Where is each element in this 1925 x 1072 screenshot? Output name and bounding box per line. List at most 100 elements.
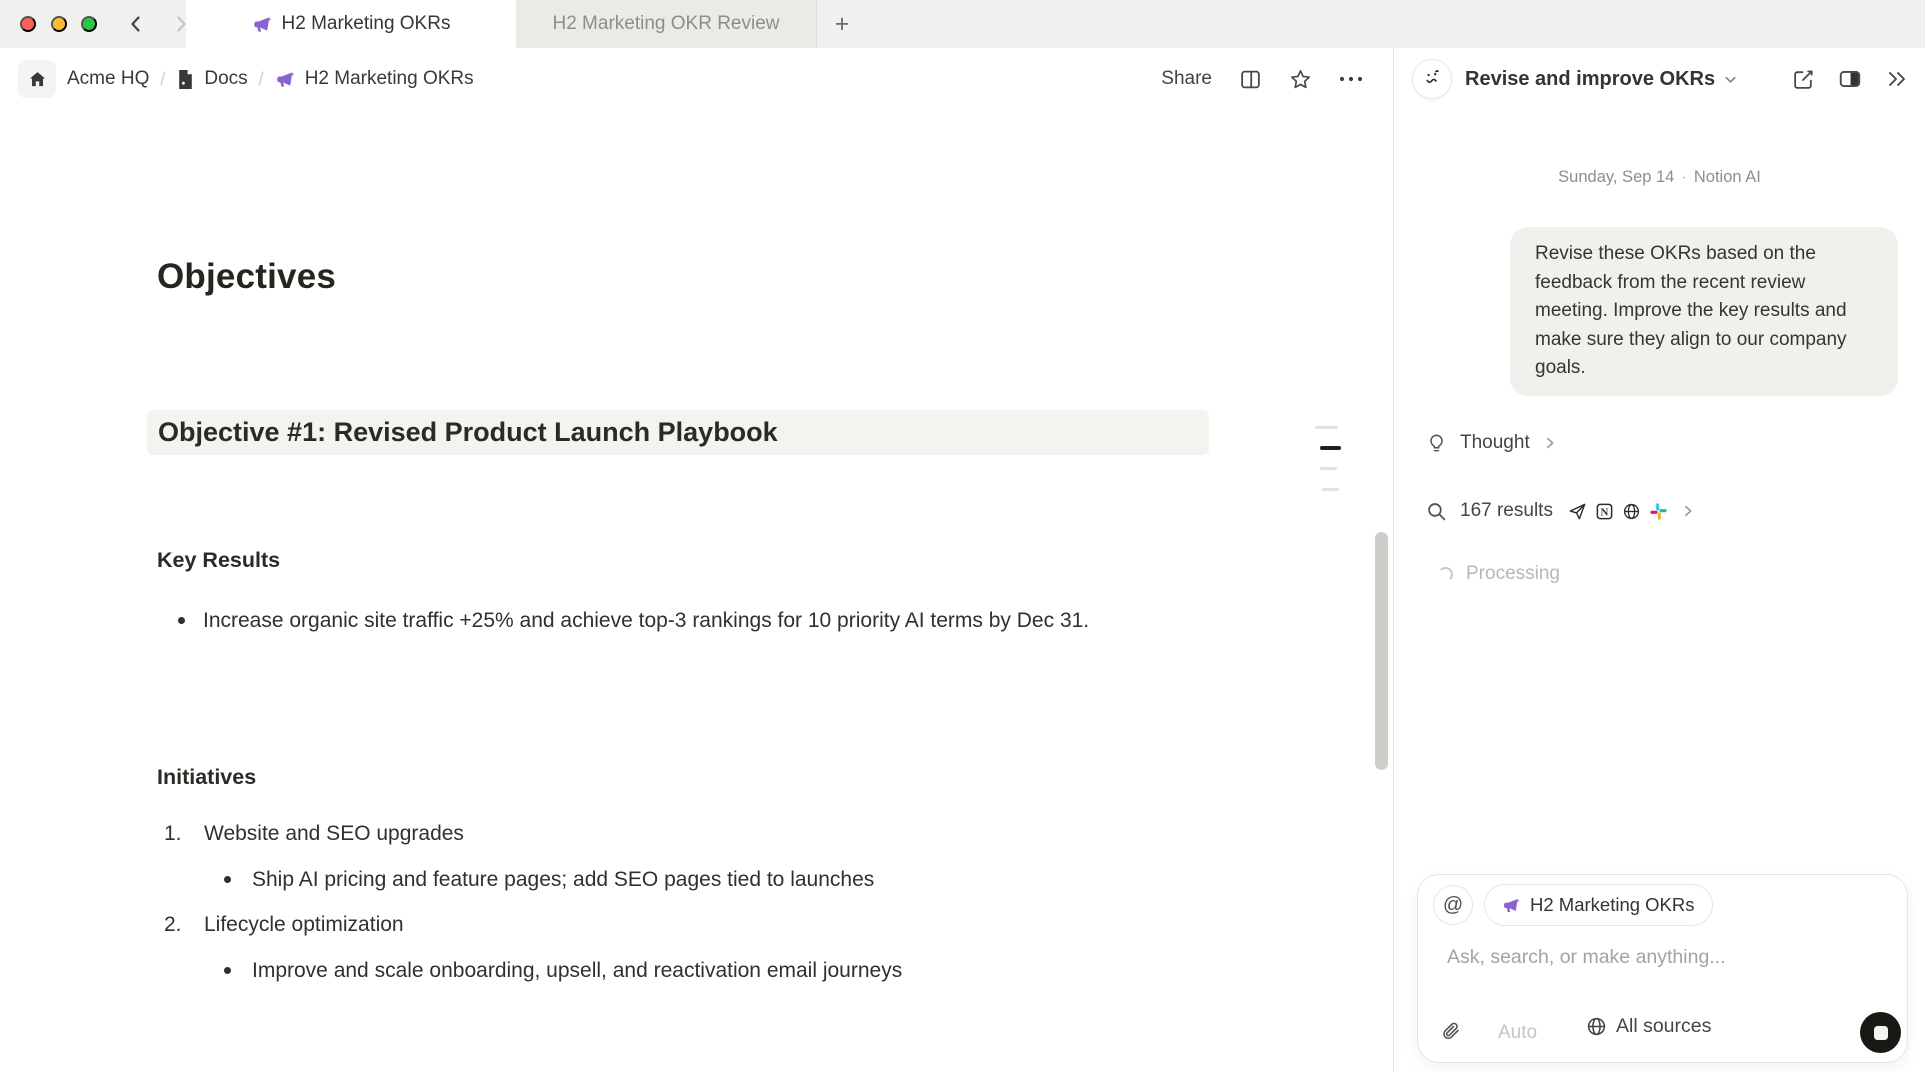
stop-icon — [1874, 1026, 1888, 1040]
numbered-item[interactable]: Website and SEO upgrades — [204, 815, 464, 852]
toolbar: Acme HQ / Docs / H2 Marketing OKRs Share — [0, 48, 1393, 110]
list-number: 1. — [164, 815, 194, 852]
ai-prompt-input[interactable] — [1447, 946, 1867, 969]
lightbulb-icon — [1426, 433, 1447, 454]
heading-key-results[interactable]: Key Results — [157, 548, 280, 573]
chat-author: Notion AI — [1694, 168, 1761, 186]
source-icons: N — [1568, 502, 1668, 521]
processing-status: Processing — [1438, 563, 1560, 585]
all-sources-button[interactable]: All sources — [1586, 1015, 1711, 1038]
tab-label: H2 Marketing OKRs — [282, 13, 451, 35]
toc-indicator-dash-active[interactable] — [1320, 446, 1341, 450]
stop-generation-button[interactable] — [1860, 1012, 1901, 1053]
separator-dot: · — [1681, 168, 1687, 186]
home-icon — [28, 70, 47, 89]
bullet-marker — [224, 967, 231, 974]
new-tab-button[interactable]: + — [824, 8, 860, 40]
compose-icon — [1792, 68, 1815, 91]
toc-indicator-dash[interactable] — [1315, 426, 1338, 429]
bullet-marker — [178, 617, 185, 624]
ai-thread-title: Revise and improve OKRs — [1465, 68, 1715, 91]
auto-mode-label[interactable]: Auto — [1498, 1022, 1537, 1044]
results-count-label: 167 results — [1460, 500, 1553, 522]
star-icon — [1289, 68, 1312, 91]
ai-panel-header: Revise and improve OKRs — [1394, 48, 1925, 110]
more-options-button[interactable] — [1339, 76, 1363, 82]
share-button[interactable]: Share — [1161, 68, 1212, 90]
sidebar-right-icon — [1838, 67, 1862, 91]
processing-label: Processing — [1466, 563, 1560, 585]
open-side-panel-button[interactable] — [1239, 68, 1262, 91]
breadcrumb-label: H2 Marketing OKRs — [305, 68, 474, 90]
slack-source-icon — [1649, 502, 1668, 521]
zoom-window-button[interactable] — [81, 16, 97, 32]
split-view-icon — [1239, 68, 1262, 91]
document-icon — [176, 69, 195, 90]
document-canvas: Objectives Objective #1: Revised Product… — [0, 110, 1393, 1072]
new-chat-button[interactable] — [1792, 68, 1815, 91]
globe-icon — [1586, 1016, 1607, 1037]
chat-date: Sunday, Sep 14 — [1558, 168, 1674, 186]
chevron-left-icon — [126, 14, 146, 34]
ellipsis-icon — [1339, 76, 1363, 82]
toc-indicator-dash[interactable] — [1320, 467, 1337, 470]
spinner-icon — [1438, 567, 1453, 582]
svg-text:N: N — [1601, 506, 1609, 518]
breadcrumb-item-h2-marketing-okrs[interactable]: H2 Marketing OKRs — [275, 68, 474, 90]
breadcrumb-separator: / — [160, 69, 165, 90]
ai-composer: @ H2 Marketing OKRs Auto All sources — [1417, 874, 1908, 1063]
paperclip-icon — [1440, 1020, 1462, 1042]
close-window-button[interactable] — [20, 16, 36, 32]
minimize-window-button[interactable] — [51, 16, 67, 32]
bullet-marker — [224, 876, 231, 883]
megaphone-icon — [1502, 896, 1521, 915]
send-source-icon — [1568, 502, 1587, 521]
search-icon — [1426, 501, 1447, 522]
context-chip-label: H2 Marketing OKRs — [1530, 894, 1695, 916]
web-source-icon — [1622, 502, 1641, 521]
thought-label: Thought — [1460, 432, 1530, 454]
breadcrumb-label: Acme HQ — [67, 68, 149, 90]
all-sources-label: All sources — [1616, 1015, 1711, 1038]
notion-source-icon: N — [1595, 502, 1614, 521]
favorite-button[interactable] — [1289, 68, 1312, 91]
page-title[interactable]: Objectives — [157, 257, 336, 297]
chat-date-line: Sunday, Sep 14 · Notion AI — [1394, 168, 1925, 187]
numbered-item[interactable]: Lifecycle optimization — [204, 906, 404, 943]
search-results-expander[interactable]: 167 results N — [1426, 500, 1695, 522]
list-number: 2. — [164, 906, 194, 943]
collapse-panel-button[interactable] — [1885, 69, 1909, 89]
notion-ai-avatar — [1412, 59, 1452, 99]
breadcrumb-separator: / — [259, 69, 264, 90]
heading-block-objective-1[interactable]: Objective #1: Revised Product Launch Pla… — [147, 410, 1209, 455]
thought-expander[interactable]: Thought — [1426, 432, 1557, 454]
sub-bullet-item[interactable]: Ship AI pricing and feature pages; add S… — [252, 861, 874, 898]
attach-button[interactable] — [1440, 1013, 1476, 1049]
chevron-right-icon — [1681, 504, 1695, 518]
heading-initiatives[interactable]: Initiatives — [157, 765, 256, 790]
megaphone-icon — [275, 69, 296, 90]
breadcrumb-home-button[interactable] — [18, 60, 56, 98]
double-chevron-right-icon — [1885, 69, 1909, 89]
toggle-panel-button[interactable] — [1838, 67, 1862, 91]
tab-h2-marketing-okr-review[interactable]: H2 Marketing OKR Review — [516, 0, 817, 48]
ai-panel-actions — [1792, 67, 1925, 91]
breadcrumb-label: Docs — [204, 68, 247, 90]
chevron-down-icon — [1723, 72, 1738, 87]
breadcrumb-item-docs[interactable]: Docs — [176, 68, 247, 90]
scrollbar-thumb[interactable] — [1375, 532, 1388, 770]
toc-indicator-dash[interactable] — [1322, 488, 1339, 491]
titlebar: H2 Marketing OKRs H2 Marketing OKR Revie… — [0, 0, 1925, 48]
breadcrumb-item-acme-hq[interactable]: Acme HQ — [67, 68, 149, 90]
tab-h2-marketing-okrs[interactable]: H2 Marketing OKRs — [186, 0, 516, 48]
ai-thread-title-dropdown[interactable]: Revise and improve OKRs — [1465, 68, 1738, 91]
toolbar-actions: Share — [1161, 68, 1393, 91]
bullet-item-key-result[interactable]: Increase organic site traffic +25% and a… — [203, 602, 1168, 639]
context-chip-h2-marketing-okrs[interactable]: H2 Marketing OKRs — [1484, 884, 1713, 926]
mention-button[interactable]: @ — [1433, 885, 1473, 925]
tab-label: H2 Marketing OKR Review — [552, 13, 779, 35]
megaphone-icon — [252, 14, 273, 35]
sub-bullet-item[interactable]: Improve and scale onboarding, upsell, an… — [252, 952, 902, 989]
nav-back-button[interactable] — [122, 10, 150, 38]
user-message-bubble: Revise these OKRs based on the feedback … — [1510, 227, 1898, 396]
